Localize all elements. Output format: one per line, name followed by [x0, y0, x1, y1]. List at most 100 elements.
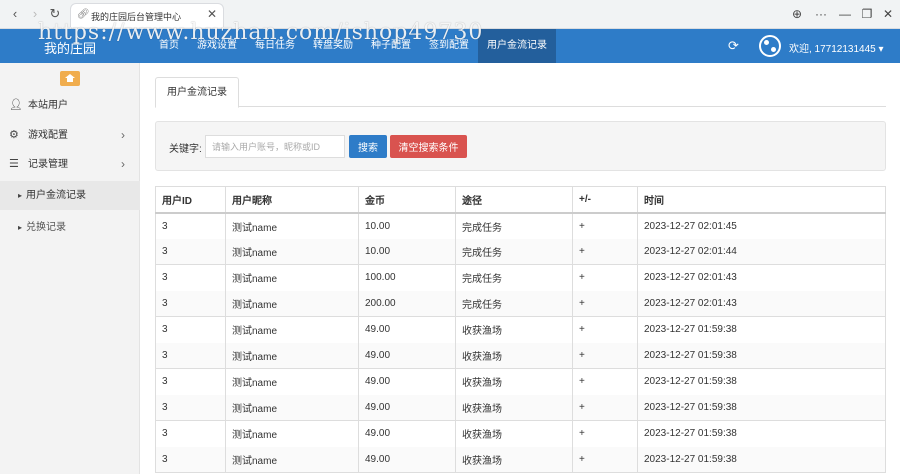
cell-nickname: 测试name: [225, 290, 359, 317]
cell-user-id: 3: [155, 368, 226, 395]
cell-time: 2023-12-27 01:59:38: [637, 316, 886, 343]
nav-item-home[interactable]: 首页: [150, 29, 188, 63]
cell-nickname: 测试name: [225, 342, 359, 369]
top-nav: 首页 游戏设置 每日任务 转盘奖励 种子配置 签到配置 用户金流记录: [150, 29, 556, 63]
reload-icon[interactable]: ↻: [46, 5, 64, 23]
header-time[interactable]: 时间: [637, 186, 886, 214]
cell-time: 2023-12-27 01:59:38: [637, 446, 886, 473]
page-tab-strip: 用户金流记录: [155, 77, 886, 108]
cell-time: 2023-12-27 01:59:38: [637, 368, 886, 395]
back-icon[interactable]: ‹: [6, 5, 24, 23]
cell-coins: 200.00: [358, 290, 456, 317]
keyword-input[interactable]: [205, 135, 345, 158]
search-button[interactable]: 搜索: [349, 135, 387, 158]
cell-nickname: 测试name: [225, 238, 359, 265]
gears-icon: ⚙: [9, 129, 19, 141]
nav-item-user-cashflow[interactable]: 用户金流记录: [478, 29, 556, 63]
cell-channel: 收获渔场: [455, 342, 573, 369]
cell-channel: 收获渔场: [455, 316, 573, 343]
table-row: 3 测试name 49.00 收获渔场 +2023-12-27 01:59:38: [155, 446, 886, 473]
cell-coins: 49.00: [358, 420, 456, 447]
brand-title[interactable]: 我的庄园: [44, 38, 96, 57]
minimize-icon[interactable]: —: [836, 5, 854, 23]
browser-tab[interactable]: 🔗︎ 我的庄园后台管理中心 ✕: [70, 3, 224, 27]
user-network-icon[interactable]: [759, 35, 781, 57]
table-row: 3 测试name 10.00 完成任务 +2023-12-27 02:01:44: [155, 238, 886, 265]
sidebar-item-site-users[interactable]: 👤︎ 本站用户: [0, 91, 140, 120]
table-row: 3 测试name 10.00 完成任务 +2023-12-27 02:01:45: [155, 212, 886, 239]
cell-sign: +: [572, 238, 638, 265]
sidebar-item-exchange-records[interactable]: ▸ 兑换记录: [0, 213, 140, 242]
window-close-icon[interactable]: ✕: [879, 5, 897, 23]
cell-user-id: 3: [155, 394, 226, 421]
nav-item-game-settings[interactable]: 游戏设置: [188, 29, 246, 63]
cell-time: 2023-12-27 02:01:44: [637, 238, 886, 265]
sidebar-item-user-cashflow[interactable]: ▸ 用户金流记录: [0, 181, 140, 210]
cell-user-id: 3: [155, 238, 226, 265]
clear-search-button[interactable]: 清空搜索条件: [390, 135, 467, 158]
tab-user-cashflow[interactable]: 用户金流记录: [155, 77, 239, 108]
cell-sign: +: [572, 290, 638, 317]
nav-item-daily-tasks[interactable]: 每日任务: [246, 29, 304, 63]
header-channel[interactable]: 途径: [455, 186, 573, 214]
home-icon[interactable]: [60, 71, 80, 86]
table-row: 3 测试name 49.00 收获渔场 +2023-12-27 01:59:38: [155, 342, 886, 369]
header-sign[interactable]: +/-: [572, 186, 638, 214]
sidebar-item-records[interactable]: ☰ 记录管理 ›: [0, 150, 140, 179]
table-row: 3 测试name 49.00 收获渔场 +2023-12-27 01:59:38: [155, 368, 886, 395]
nav-item-seed-config[interactable]: 种子配置: [362, 29, 420, 63]
caret-right-icon: ▸: [18, 191, 23, 200]
cell-coins: 49.00: [358, 368, 456, 395]
restore-icon[interactable]: ❐: [858, 5, 876, 23]
cell-sign: +: [572, 394, 638, 421]
cell-coins: 100.00: [358, 264, 456, 291]
sidebar-item-label: 兑换记录: [26, 222, 66, 233]
cell-sign: +: [572, 212, 638, 239]
cell-channel: 收获渔场: [455, 394, 573, 421]
tab-close-icon[interactable]: ✕: [207, 7, 217, 21]
keyword-label: 关键字:: [169, 144, 202, 155]
more-icon[interactable]: ···: [812, 5, 830, 23]
sidebar-item-label: 游戏配置: [28, 130, 68, 141]
cell-sign: +: [572, 420, 638, 447]
user-welcome-menu[interactable]: 欢迎, 17712131445 ▾: [789, 40, 884, 55]
forward-icon[interactable]: ›: [26, 5, 44, 23]
header-nickname[interactable]: 用户昵称: [225, 186, 359, 214]
cell-sign: +: [572, 264, 638, 291]
header-user-id[interactable]: 用户ID: [155, 186, 226, 214]
cell-nickname: 测试name: [225, 394, 359, 421]
cell-nickname: 测试name: [225, 212, 359, 239]
cell-user-id: 3: [155, 342, 226, 369]
refresh-icon[interactable]: ⟳: [728, 38, 739, 54]
cell-channel: 收获渔场: [455, 368, 573, 395]
sidebar-item-game-config[interactable]: ⚙ 游戏配置 ›: [0, 121, 140, 150]
cell-channel: 完成任务: [455, 264, 573, 291]
chevron-right-icon: ›: [121, 128, 125, 142]
table-row: 3 测试name 49.00 收获渔场 +2023-12-27 01:59:38: [155, 316, 886, 343]
cashflow-table: 用户ID 用户昵称 金币 途径 +/- 时间 3 测试name 10.00 完成任务 +…: [155, 186, 886, 473]
cell-user-id: 3: [155, 212, 226, 239]
sidebar-item-label: 记录管理: [28, 159, 68, 170]
cell-coins: 10.00: [358, 238, 456, 265]
cell-user-id: 3: [155, 290, 226, 317]
sidebar-item-label: 本站用户: [28, 100, 68, 111]
chevron-right-icon: ›: [121, 157, 125, 171]
cell-coins: 49.00: [358, 316, 456, 343]
cell-coins: 49.00: [358, 446, 456, 473]
cell-channel: 完成任务: [455, 290, 573, 317]
cell-nickname: 测试name: [225, 368, 359, 395]
table-row: 3 测试name 49.00 收获渔场 +2023-12-27 01:59:38: [155, 420, 886, 447]
person-icon: 👤︎: [9, 99, 23, 111]
sidebar: 👤︎ 本站用户 ⚙ 游戏配置 › ☰ 记录管理 › ▸ 用户金流记录 ▸ 兑换记…: [0, 63, 140, 474]
cell-sign: +: [572, 316, 638, 343]
cell-time: 2023-12-27 01:59:38: [637, 420, 886, 447]
cell-channel: 完成任务: [455, 238, 573, 265]
cell-nickname: 测试name: [225, 446, 359, 473]
nav-item-wheel-rewards[interactable]: 转盘奖励: [304, 29, 362, 63]
cell-nickname: 测试name: [225, 316, 359, 343]
link-icon: 🔗︎: [77, 9, 90, 20]
header-coins[interactable]: 金币: [358, 186, 456, 214]
list-icon: ☰: [9, 158, 19, 170]
globe-icon[interactable]: ⊕: [788, 5, 806, 23]
nav-item-checkin-config[interactable]: 签到配置: [420, 29, 478, 63]
